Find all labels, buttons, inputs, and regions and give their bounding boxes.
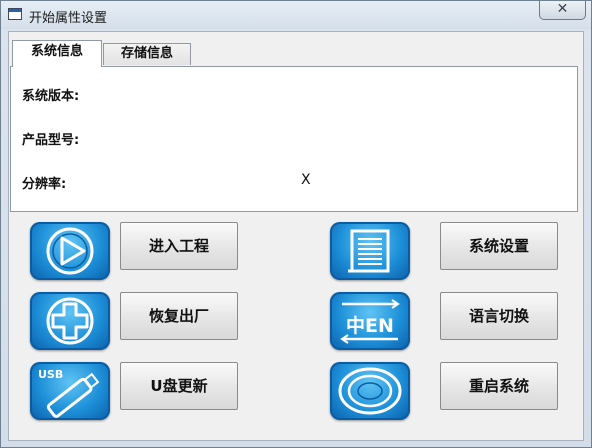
- title-bar: 开始属性设置 ✕: [1, 1, 591, 29]
- resolution-label: 分辨率:: [22, 177, 67, 192]
- model-label: 产品型号:: [22, 133, 80, 148]
- usb-update-button[interactable]: U盘更新: [120, 362, 238, 410]
- tab-system-info[interactable]: 系统信息: [12, 40, 102, 67]
- plus-icon[interactable]: [30, 292, 110, 350]
- restart-icon[interactable]: [330, 362, 410, 420]
- system-info-panel: 系统版本: 产品型号: 分辨率: X: [10, 66, 578, 212]
- version-label: 系统版本:: [22, 89, 80, 104]
- settings-window: 开始属性设置 ✕ 系统信息 存储信息 系统版本: 产品型号: 分辨率: X 进入…: [0, 0, 592, 448]
- language-icon-text: 中EN: [346, 314, 394, 337]
- usb-icon-text: USB: [38, 368, 63, 381]
- resolution-value: X: [301, 172, 311, 188]
- language-switch-button[interactable]: 语言切换: [440, 292, 558, 340]
- settings-list-icon[interactable]: [330, 222, 410, 280]
- close-button[interactable]: ✕: [539, 1, 586, 20]
- app-icon: [8, 8, 22, 20]
- system-settings-button[interactable]: 系统设置: [440, 222, 558, 270]
- restart-system-button[interactable]: 重启系统: [440, 362, 558, 410]
- factory-reset-button[interactable]: 恢复出厂: [120, 292, 238, 340]
- usb-icon[interactable]: USB: [30, 362, 110, 420]
- enter-project-button[interactable]: 进入工程: [120, 222, 238, 270]
- language-icon[interactable]: 中EN: [330, 292, 410, 350]
- client-area: 系统信息 存储信息 系统版本: 产品型号: 分辨率: X 进入工程 恢复出厂 U…: [8, 31, 584, 441]
- tab-storage-info[interactable]: 存储信息: [103, 43, 191, 65]
- window-title: 开始属性设置: [29, 11, 108, 26]
- play-icon[interactable]: [30, 222, 110, 280]
